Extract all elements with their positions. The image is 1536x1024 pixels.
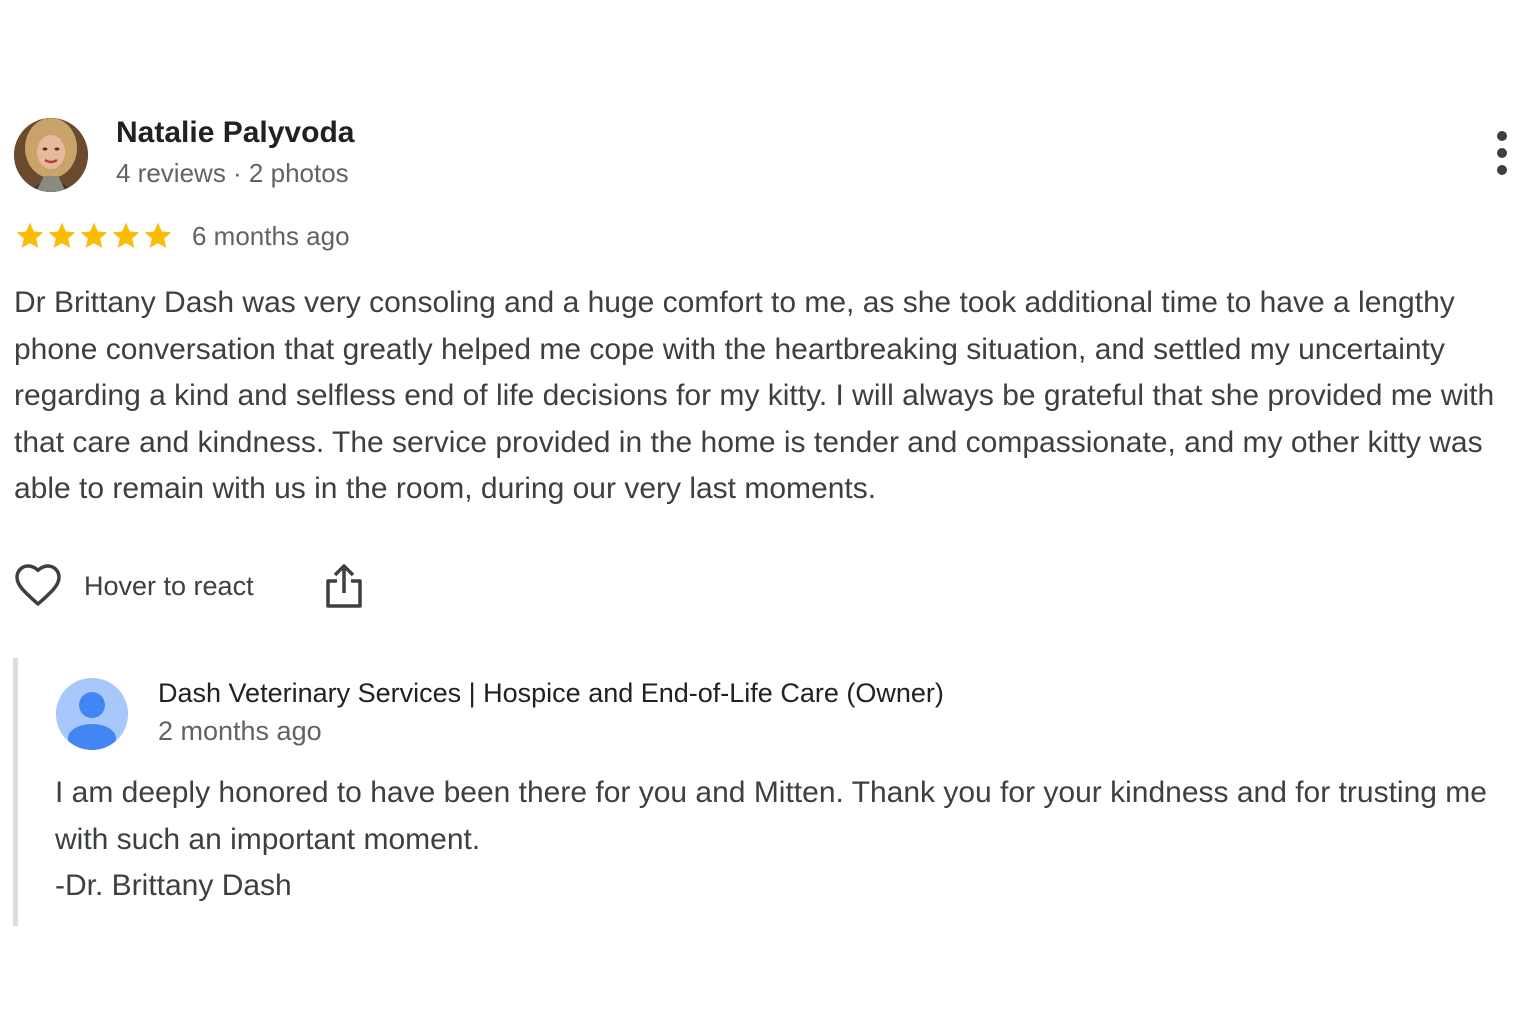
owner-name: Dash Veterinary Services | Hospice and E… bbox=[158, 678, 944, 708]
review-text: Dr Brittany Dash was very consoling and … bbox=[14, 286, 1495, 505]
owner-reply-signature: -Dr. Brittany Dash bbox=[55, 869, 292, 902]
review-header: Natalie Palyvoda 4 reviews · 2 photos bbox=[14, 116, 1524, 194]
reviewer-meta: 4 reviews · 2 photos bbox=[116, 158, 349, 188]
star-icon bbox=[112, 222, 140, 248]
review-time: 6 months ago bbox=[192, 220, 350, 251]
owner-reply-text: I am deeply honored to have been there f… bbox=[55, 770, 1495, 910]
review-card: Natalie Palyvoda 4 reviews · 2 photos 6 … bbox=[14, 116, 1524, 608]
more-options-button[interactable] bbox=[1490, 130, 1514, 176]
rating-row: 6 months ago bbox=[14, 218, 350, 254]
person-icon bbox=[56, 678, 128, 750]
more-vert-icon bbox=[1497, 131, 1507, 175]
react-label: Hover to react bbox=[84, 570, 254, 601]
owner-reply-paragraph: I am deeply honored to have been there f… bbox=[55, 776, 1487, 856]
star-icon bbox=[48, 222, 76, 248]
owner-avatar bbox=[56, 678, 128, 750]
heart-outline-icon bbox=[15, 564, 61, 606]
star-icon bbox=[16, 222, 44, 248]
review-actions: Hover to react bbox=[14, 564, 364, 608]
owner-reply: Dash Veterinary Services | Hospice and E… bbox=[13, 658, 1518, 926]
star-icon bbox=[80, 222, 108, 248]
owner-reply-time: 2 months ago bbox=[158, 716, 322, 746]
react-button[interactable]: Hover to react bbox=[14, 564, 254, 608]
share-button[interactable] bbox=[324, 563, 364, 609]
star-rating bbox=[14, 220, 174, 252]
reviewer-name[interactable]: Natalie Palyvoda bbox=[116, 116, 354, 150]
reviewer-photo bbox=[14, 118, 88, 192]
reviewer-avatar[interactable] bbox=[14, 118, 88, 192]
share-icon bbox=[325, 564, 362, 608]
star-icon bbox=[144, 222, 172, 248]
